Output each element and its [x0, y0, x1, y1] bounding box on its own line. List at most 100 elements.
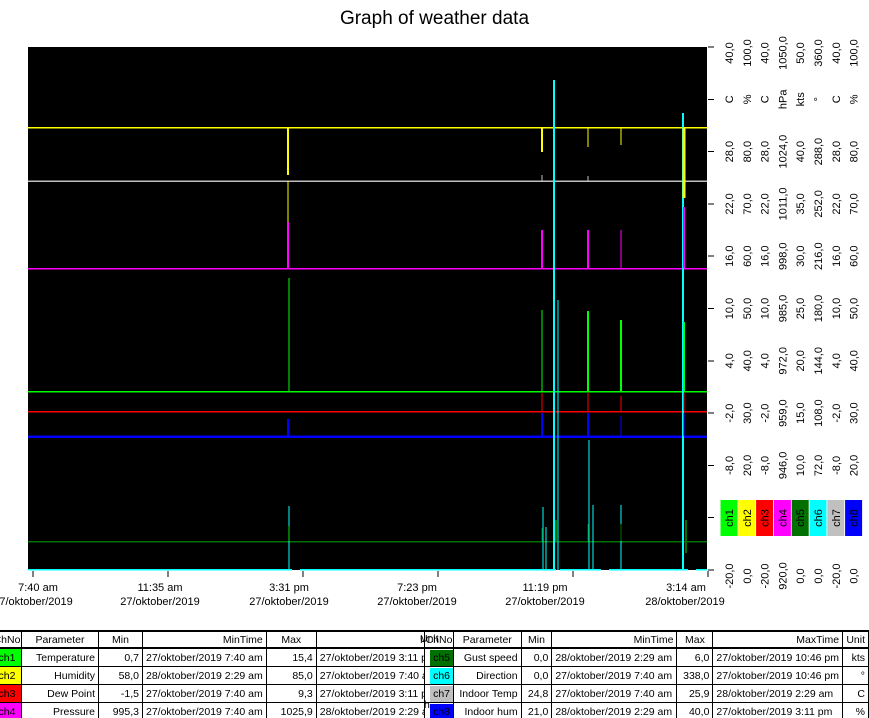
channel-badge-box-ch8: ch8 — [430, 703, 453, 718]
legend-label-ch2: ch2 — [742, 509, 754, 527]
y-axis-tick-label-ch5: 20,0 — [795, 350, 807, 371]
min-cell: 24,8 — [520, 684, 553, 703]
channel-badge-ch6: ch6 — [423, 666, 455, 685]
table-row-ch5: ch5 Gust speed 0,0 28/oktober/2019 2:29 am 6… — [423, 647, 869, 667]
y-axis-tick-label-ch2: 40,0 — [742, 350, 754, 371]
y-axis-tick-label-ch5: 35,0 — [795, 193, 807, 214]
min-cell: -1,5 — [98, 684, 143, 703]
y-axis-tick-label-ch4: 998,0 — [777, 242, 789, 270]
y-axis-tick-label-ch1: -8,0 — [724, 456, 736, 475]
y-axis-tick-label-ch4: 972,0 — [777, 347, 789, 375]
weather-graph-window: Graph of weather data 7:40 am 27/oktober/… — [0, 0, 869, 718]
max-time-cell: 28/oktober/2019 2:29 am — [712, 684, 844, 703]
max-cell: 85,0 — [265, 666, 317, 685]
col-header-chno: ChNo — [0, 630, 22, 649]
y-axis-unit-label-ch3: C — [760, 95, 772, 103]
parameter-cell: Gust speed — [453, 647, 522, 667]
col-header-maxtime: MaxTime — [712, 630, 844, 649]
min-cell: 0,0 — [520, 666, 553, 685]
max-time-cell: 27/oktober/2019 10:46 pm — [712, 647, 844, 667]
y-axis-tick-label-ch6: 216,0 — [813, 242, 825, 270]
max-time-cell: 27/oktober/2019 3:11 pm — [712, 702, 844, 718]
legend-label-ch1: ch1 — [724, 509, 736, 527]
channel-badge-ch1: ch1 — [0, 647, 22, 667]
stats-table-right: ChNo Parameter Min MinTime Max MaxTime Unit ch5… — [423, 630, 869, 718]
channel-badge-box-ch7: ch7 — [430, 685, 453, 702]
min-cell: 0,0 — [520, 647, 553, 667]
x-axis-time-label: 3:31 pm — [269, 582, 309, 594]
y-axis-tick-label-ch8: 70,0 — [849, 193, 861, 214]
legend-label-ch3: ch3 — [760, 509, 772, 527]
unit-cell: ° — [842, 666, 869, 685]
y-axis-tick-label-ch3: 28,0 — [760, 141, 772, 162]
min-cell: 995,3 — [98, 702, 143, 718]
parameter-cell: Direction — [453, 666, 522, 685]
channel-badge-box-ch5: ch5 — [430, 649, 453, 666]
y-axis-tick-label-ch2: 80,0 — [742, 141, 754, 162]
y-axis-tick-label-ch3: 22,0 — [760, 193, 772, 214]
y-axis-tick-label-ch8: 80,0 — [849, 141, 861, 162]
y-axis-tick-label-ch3: -2,0 — [760, 404, 772, 423]
col-header-parameter: Parameter — [453, 630, 522, 649]
unit-column-header-overlap: Unit — [420, 633, 439, 645]
min-time-cell: 28/oktober/2019 2:29 am — [551, 702, 678, 718]
y-axis-tick-label-ch3: 4,0 — [760, 353, 772, 368]
y-axis-max-label-ch3: 40,0 — [760, 42, 772, 63]
y-axis-tick-label-ch4: 959,0 — [777, 399, 789, 427]
y-axis-tick-label-ch3: 10,0 — [760, 298, 772, 319]
y-axis-unit-label-ch8: % — [849, 94, 861, 104]
legend-label-ch4: ch4 — [777, 509, 789, 527]
y-axis-tick-label-ch2: 60,0 — [742, 245, 754, 266]
col-header-parameter: Parameter — [21, 630, 99, 649]
y-axis-unit-label-ch5: kts — [795, 92, 807, 107]
min-cell: 0,7 — [98, 647, 143, 667]
y-axis-tick-label-ch2: 20,0 — [742, 455, 754, 476]
x-axis-date-label: 27/oktober/2019 — [120, 596, 200, 608]
max-cell: 6,0 — [676, 647, 714, 667]
unit-cell: C — [842, 684, 869, 703]
y-axis-tick-label-ch7: 10,0 — [831, 298, 843, 319]
y-axis-tick-label-ch5: 40,0 — [795, 141, 807, 162]
col-header-min: Min — [98, 630, 143, 649]
y-axis-tick-label-ch1: 16,0 — [724, 245, 736, 266]
unit-cell: kts — [842, 647, 869, 667]
y-axis-min-label-ch3: -20,0 — [760, 563, 772, 588]
col-header-min: Min — [520, 630, 553, 649]
parameter-cell: Pressure — [21, 702, 99, 718]
parameter-cell: Indoor Temp — [453, 684, 522, 703]
plot-area[interactable] — [28, 47, 707, 570]
min-time-cell: 28/oktober/2019 2:29 am — [142, 666, 267, 685]
y-axis-tick-label-ch8: 40,0 — [849, 350, 861, 371]
x-axis-time-label: 11:19 pm — [522, 582, 567, 594]
y-axis-tick-label-ch6: 72,0 — [813, 455, 825, 476]
max-cell: 15,4 — [265, 647, 317, 667]
min-time-cell: 27/oktober/2019 7:40 am — [142, 702, 267, 718]
y-axis-min-label-ch7: -20,0 — [831, 563, 843, 588]
y-axis-tick-label-ch7: 22,0 — [831, 193, 843, 214]
y-axis-tick-label-ch5: 10,0 — [795, 455, 807, 476]
table-row-ch6: ch6 Direction 0,0 27/oktober/2019 7:40 am 33… — [423, 666, 869, 685]
y-axis-max-label-ch1: 40,0 — [724, 42, 736, 63]
y-axis-min-label-ch6: 0,0 — [813, 568, 825, 583]
x-axis-date-label: 27/oktober/2019 — [505, 596, 585, 608]
y-axis-tick-label-ch7: -2,0 — [831, 404, 843, 423]
min-cell: 58,0 — [98, 666, 143, 685]
x-axis-date-label: 28/oktober/2019 — [645, 596, 725, 608]
channel-badge-ch4: ch4 — [0, 702, 22, 718]
min-cell: 21,0 — [520, 702, 553, 718]
y-axis-tick-label-ch1: 28,0 — [724, 141, 736, 162]
y-axis-tick-label-ch4: 1024,0 — [777, 135, 789, 169]
y-axis-min-label-ch5: 0,0 — [795, 568, 807, 583]
y-axis-min-label-ch2: 0,0 — [742, 568, 754, 583]
x-axis-time-label: 11:35 am — [137, 582, 182, 594]
min-time-cell: 27/oktober/2019 7:40 am — [551, 684, 678, 703]
max-cell: 25,9 — [676, 684, 714, 703]
y-axis-tick-label-ch8: 50,0 — [849, 298, 861, 319]
x-axis-date-label: 27/oktober/2019 — [249, 596, 329, 608]
y-axis-tick-label-ch8: 20,0 — [849, 455, 861, 476]
legend-label-ch8: ch8 — [849, 509, 861, 527]
x-axis-time-label: 7:40 am — [18, 582, 58, 594]
channel-badge-ch3: ch3 — [0, 684, 22, 703]
legend-label-ch6: ch6 — [813, 509, 825, 527]
parameter-cell: Humidity — [21, 666, 99, 685]
